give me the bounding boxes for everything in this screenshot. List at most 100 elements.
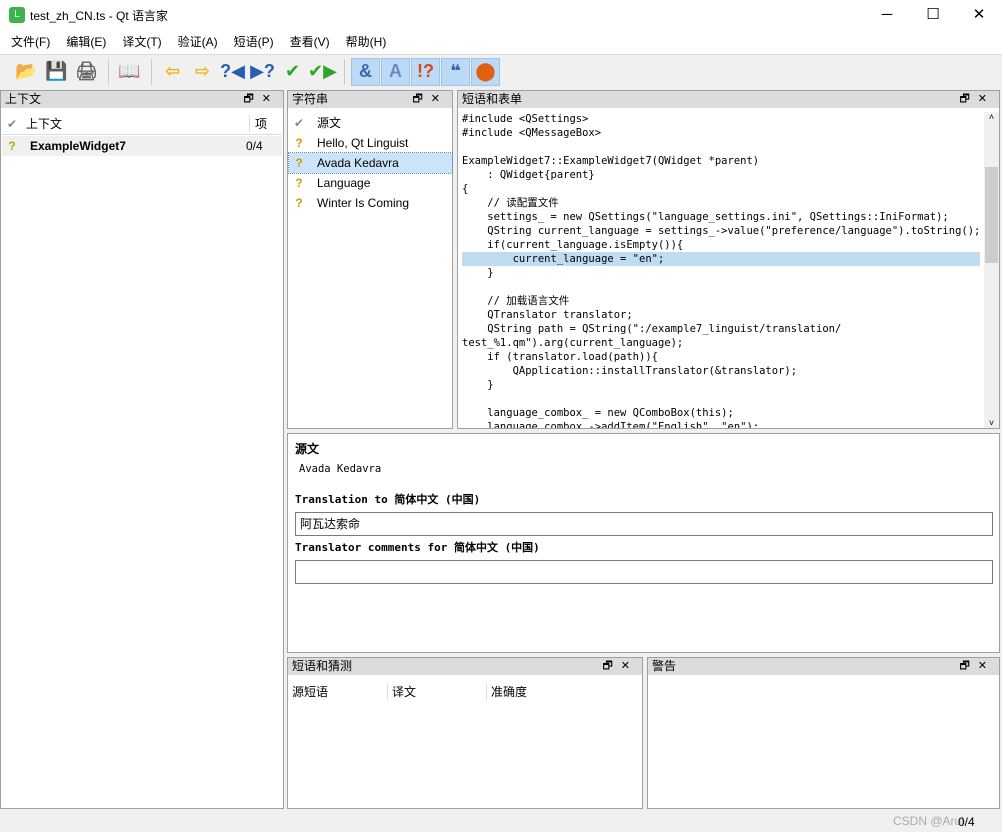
column-header[interactable]: 准确度	[487, 683, 527, 700]
code-line: language_combox_->addItem("English", "en…	[462, 421, 760, 428]
next-icon[interactable]: ⇨	[188, 58, 217, 86]
status-bar: CSDN @Arui 0/4	[0, 810, 1002, 832]
close-button[interactable]: ✕	[956, 0, 1002, 30]
code-line: QTranslator translator;	[462, 309, 633, 321]
warnings-dock: 警告 🗗✕	[647, 657, 1000, 809]
strings-dock: 字符串 🗗✕ ✔ 源文 ? Hello, Qt Linguist? Avada Keda…	[287, 90, 453, 429]
code-line: ExampleWidget7::ExampleWidget7(QWidget *…	[462, 155, 760, 167]
code-line: current_language = "en";	[462, 252, 980, 266]
translation-input[interactable]: 阿瓦达索命	[295, 512, 993, 536]
punctuation-check-icon[interactable]: A	[381, 57, 410, 86]
float-icon[interactable]: 🗗	[959, 660, 977, 672]
done-next-icon[interactable]: ✔▶	[308, 58, 337, 86]
close-icon[interactable]: ✕	[262, 93, 279, 105]
close-icon[interactable]: ✕	[978, 660, 995, 672]
translation-editor: 源文 Avada Kedavra Translation to 简体中文 (中国…	[287, 433, 1000, 653]
column-header[interactable]: 译文	[388, 682, 487, 700]
menu-item[interactable]: 文件(F)	[3, 30, 58, 54]
scroll-down-icon[interactable]: ˅	[984, 418, 999, 428]
dock-title: 短语和猜测	[292, 659, 353, 673]
translation-label: Translation to 简体中文 (中国)	[295, 493, 481, 506]
done-icon[interactable]: ✔	[278, 58, 307, 86]
menu-item[interactable]: 短语(P)	[226, 30, 282, 54]
code-line: {	[462, 183, 469, 195]
save-icon[interactable]: 💾	[42, 58, 71, 86]
title-bar: L test_zh_CN.ts - Qt 语言家 ─ ☐ ✕	[0, 0, 1002, 30]
string-text: Hello, Qt Linguist	[317, 136, 409, 150]
scroll-up-icon[interactable]: ˄	[984, 112, 999, 122]
context-dock: 上下文 🗗✕ ✔ 上下文 项 ? ExampleWidget7 0/4	[0, 90, 284, 809]
close-icon[interactable]: ✕	[621, 660, 638, 672]
menu-item[interactable]: 译文(T)	[114, 30, 169, 54]
phrase-check-icon[interactable]: !?	[411, 57, 440, 86]
progress-count: 0/4	[958, 815, 975, 829]
string-item[interactable]: ? Hello, Qt Linguist	[289, 133, 452, 153]
code-line: QApplication::installTranslator(&transla…	[462, 365, 798, 377]
close-icon[interactable]: ✕	[431, 93, 448, 105]
string-item[interactable]: ? Language	[289, 173, 452, 193]
float-icon[interactable]: 🗗	[243, 93, 261, 105]
phrases-header: 源短语 译文 准确度	[289, 680, 642, 702]
check-icon: ✔	[6, 116, 18, 131]
toolbar-separator	[344, 58, 345, 85]
string-item[interactable]: ? Avada Kedavra	[288, 152, 453, 174]
column-header[interactable]: 项	[250, 115, 267, 132]
maximize-button[interactable]: ☐	[910, 0, 956, 30]
string-text: Language	[317, 176, 371, 190]
minimize-button[interactable]: ─	[864, 0, 910, 30]
app-icon: L	[9, 7, 25, 23]
phrasebook-icon[interactable]: 📖	[115, 58, 144, 86]
code-line: #include <QMessageBox>	[462, 127, 602, 139]
open-icon[interactable]: 📂	[12, 58, 41, 86]
print-icon[interactable]: 🖨	[72, 58, 101, 86]
code-line: #include <QSettings>	[462, 113, 589, 125]
column-header[interactable]: 源短语	[289, 682, 388, 700]
accelerator-check-icon[interactable]: &	[351, 57, 380, 86]
menu-item[interactable]: 帮助(H)	[338, 30, 395, 54]
menu-bar: 文件(F) 编辑(E) 译文(T) 验证(A) 短语(P) 查看(V) 帮助(H)	[0, 30, 1002, 54]
close-icon[interactable]: ✕	[978, 93, 995, 105]
code-line: QString current_language = settings_->va…	[462, 225, 981, 237]
next-unfinished-icon[interactable]: ▶?	[248, 58, 277, 86]
unfinished-icon: ?	[295, 136, 303, 150]
comments-input[interactable]	[295, 560, 993, 584]
check-icon: ✔	[293, 116, 305, 130]
code-line: }	[462, 379, 494, 391]
float-icon[interactable]: 🗗	[602, 660, 620, 672]
code-line: if (translator.load(path)){	[462, 351, 658, 363]
dock-title: 警告	[652, 659, 677, 673]
column-header[interactable]: 源文	[309, 113, 341, 133]
string-text: Avada Kedavra	[317, 156, 399, 170]
context-name: ExampleWidget7	[30, 139, 126, 153]
menu-item[interactable]: 查看(V)	[282, 30, 338, 54]
float-icon[interactable]: 🗗	[412, 93, 430, 105]
dock-title: 字符串	[292, 92, 329, 106]
code-line: test_%1.qm").arg(current_language);	[462, 337, 684, 349]
window-title: test_zh_CN.ts - Qt 语言家	[30, 9, 169, 23]
unfinished-icon: ?	[8, 139, 16, 153]
prev-icon[interactable]: ⇦	[158, 58, 187, 86]
scrollbar[interactable]: ˄ ˅	[984, 112, 999, 428]
unfinished-icon: ?	[295, 156, 303, 170]
placeholder-check-icon[interactable]: ❝	[441, 57, 470, 86]
context-header: ✔ 上下文 项	[2, 113, 282, 135]
dock-title: 短语和表单	[462, 92, 523, 106]
prev-unfinished-icon[interactable]: ?◀	[218, 58, 247, 86]
scrollbar-thumb[interactable]	[985, 167, 998, 263]
phrases-dock: 短语和猜测 🗗✕ 源短语 译文 准确度	[287, 657, 643, 809]
surrounding-whitespace-check-icon[interactable]: ⬤	[471, 57, 500, 86]
code-line: : QWidget{parent}	[462, 169, 595, 181]
menu-item[interactable]: 编辑(E)	[58, 30, 114, 54]
source-code-view[interactable]: #include <QSettings> #include <QMessageBo…	[458, 112, 984, 428]
toolbar: 📂 💾 🖨 📖 ⇦ ⇨ ?◀ ▶? ✔ ✔▶ & A!? ❝ ⬤	[0, 54, 1002, 88]
menu-item[interactable]: 验证(A)	[170, 30, 226, 54]
code-line: }	[462, 267, 494, 279]
string-text: Winter Is Coming	[317, 196, 410, 210]
string-item[interactable]: ? Winter Is Coming	[289, 193, 452, 213]
float-icon[interactable]: 🗗	[959, 93, 977, 105]
column-header[interactable]: 上下文	[22, 115, 250, 132]
context-row[interactable]: ? ExampleWidget7 0/4	[2, 136, 282, 156]
context-count: 0/4	[246, 139, 263, 153]
